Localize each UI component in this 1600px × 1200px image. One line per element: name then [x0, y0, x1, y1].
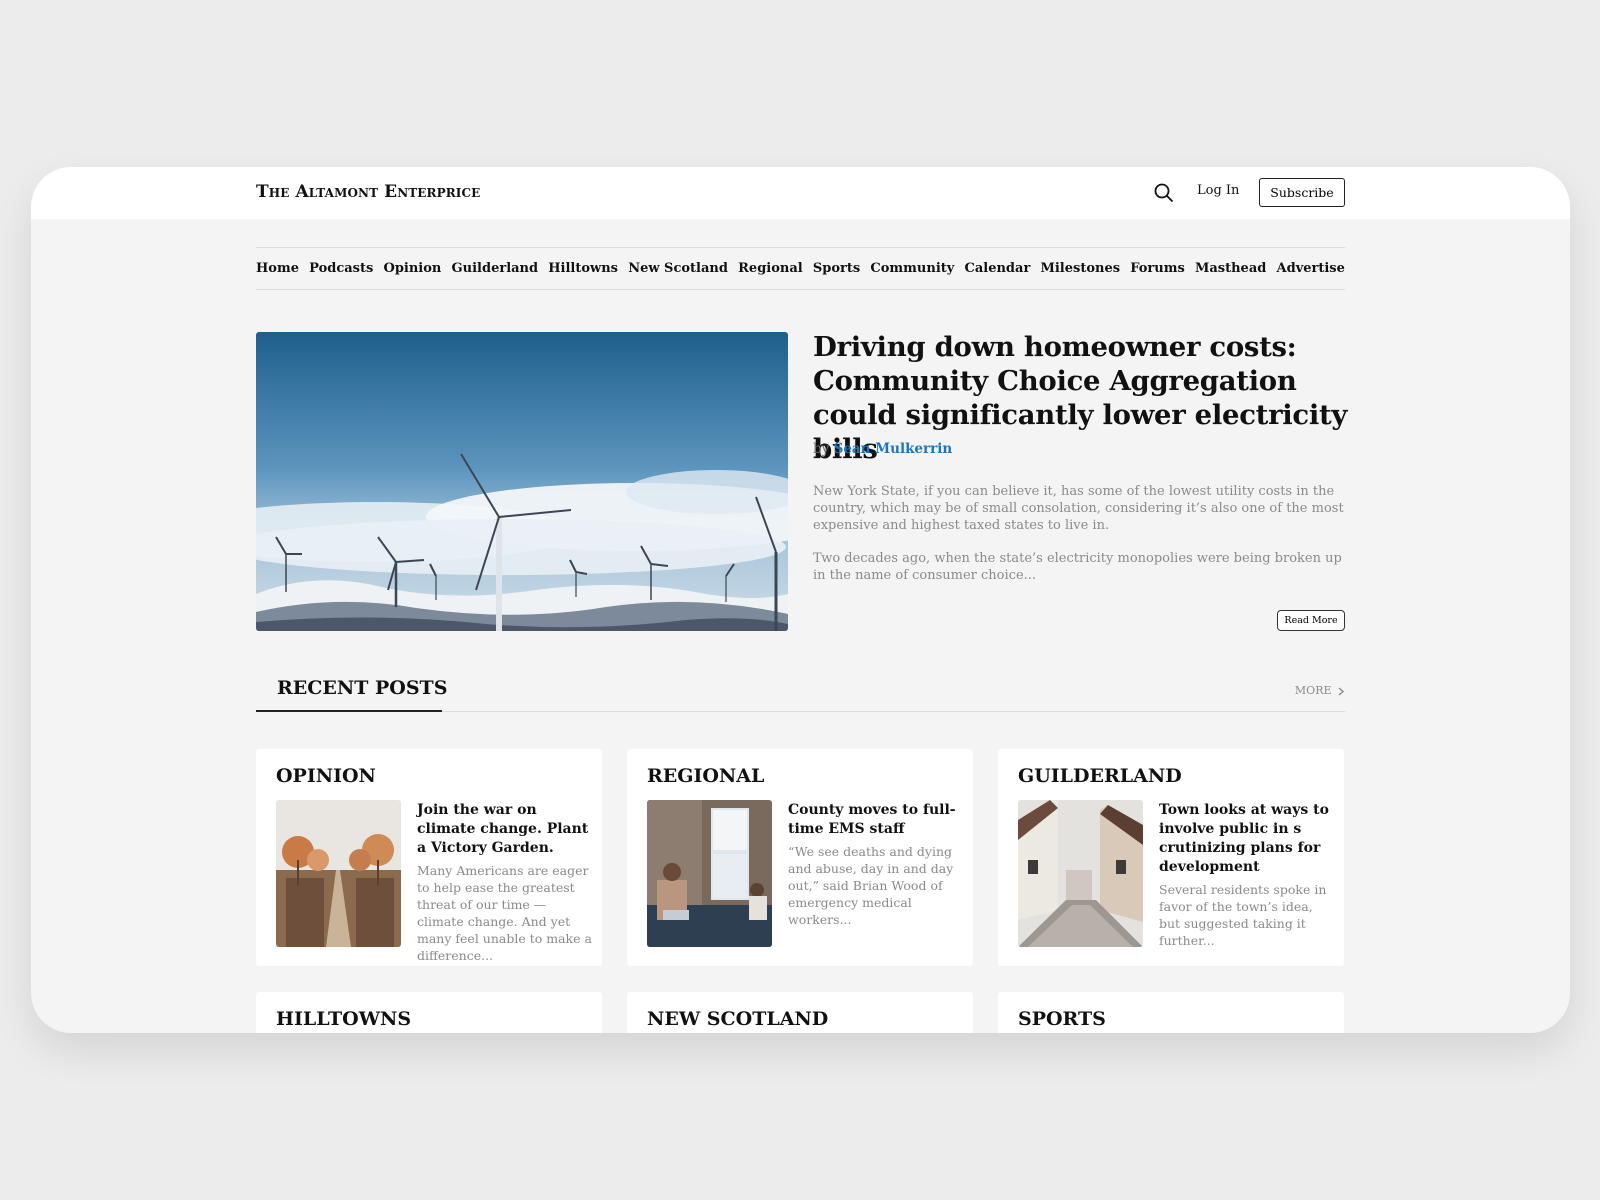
featured-byline: by Sean Mulkerrin: [813, 441, 952, 457]
card-image[interactable]: [1018, 800, 1143, 947]
search-icon: [1154, 183, 1173, 202]
browser-frame: The Altamont Enterprice Log In Subscribe…: [31, 167, 1570, 1033]
card-category[interactable]: OPINION: [276, 765, 376, 787]
nav-item-opinion[interactable]: Opinion: [384, 261, 442, 276]
card-text: Join the war on climate change. Plant a …: [417, 801, 592, 964]
nav-item-forums[interactable]: Forums: [1130, 261, 1185, 276]
nav-item-calendar[interactable]: Calendar: [965, 261, 1031, 276]
card-title[interactable]: Town looks at ways to involve public in …: [1159, 801, 1334, 877]
top-bar: The Altamont Enterprice Log In Subscribe: [31, 167, 1570, 219]
card-excerpt: “We see deaths and dying and abuse, day …: [788, 844, 954, 927]
card-title[interactable]: County moves to full-time EMS staff: [788, 801, 963, 839]
nav-item-masthead[interactable]: Masthead: [1195, 261, 1266, 276]
nav-item-home[interactable]: Home: [256, 261, 299, 276]
recent-posts-header: RECENT POSTS MORE: [256, 672, 1345, 712]
nav-item-advertise[interactable]: Advertise: [1277, 261, 1345, 276]
post-card-regional: REGIONAL County moves to full-time EMS s…: [627, 749, 973, 966]
card-text: Town looks at ways to involve public in …: [1159, 801, 1334, 949]
featured-excerpt-2: Two decades ago, when the state’s electr…: [813, 551, 1342, 583]
featured-excerpt-1: New York State, if you can believe it, h…: [813, 484, 1344, 533]
nav-item-community[interactable]: Community: [870, 261, 954, 276]
card-image[interactable]: [647, 800, 772, 947]
nav-item-hilltowns[interactable]: Hilltowns: [548, 261, 618, 276]
featured-image[interactable]: [256, 332, 788, 631]
login-link[interactable]: Log In: [1197, 183, 1239, 198]
recent-posts-title: RECENT POSTS: [256, 672, 447, 712]
main-nav: Home Podcasts Opinion Guilderland Hillto…: [256, 247, 1345, 290]
card-category[interactable]: REGIONAL: [647, 765, 764, 787]
card-title[interactable]: Join the war on climate change. Plant a …: [417, 801, 592, 858]
card-excerpt: Several residents spoke in favor of the …: [1159, 882, 1327, 948]
card-category[interactable]: SPORTS: [1018, 1008, 1106, 1030]
post-card-new-scotland: NEW SCOTLAND: [627, 992, 973, 1033]
author-link[interactable]: Sean Mulkerrin: [834, 441, 953, 457]
post-card-sports: SPORTS: [998, 992, 1344, 1033]
nav-item-new-scotland[interactable]: New Scotland: [628, 261, 728, 276]
card-text: County moves to full-time EMS staff “We …: [788, 801, 963, 928]
more-label: MORE: [1294, 684, 1332, 697]
card-category[interactable]: GUILDERLAND: [1018, 765, 1182, 787]
read-more-button[interactable]: Read More: [1277, 610, 1345, 631]
card-category[interactable]: NEW SCOTLAND: [647, 1008, 828, 1030]
nav-item-guilderland[interactable]: Guilderland: [452, 261, 539, 276]
nav-item-podcasts[interactable]: Podcasts: [309, 261, 373, 276]
chevron-right-icon: [1338, 686, 1345, 696]
post-card-opinion: OPINION Join the war on climate change. …: [256, 749, 602, 966]
search-button[interactable]: [1153, 182, 1175, 204]
card-excerpt: Many Americans are eager to help ease th…: [417, 863, 592, 963]
more-link[interactable]: MORE: [1295, 684, 1345, 697]
nav-item-sports[interactable]: Sports: [813, 261, 860, 276]
nav-item-milestones[interactable]: Milestones: [1040, 261, 1120, 276]
post-card-guilderland: GUILDERLAND Town looks at ways to involv…: [998, 749, 1344, 966]
nav-item-regional[interactable]: Regional: [738, 261, 803, 276]
post-card-hilltowns: HILLTOWNS: [256, 992, 602, 1033]
card-image[interactable]: [276, 800, 401, 947]
site-logo[interactable]: The Altamont Enterprice: [256, 182, 480, 202]
byline-prefix: by: [813, 441, 830, 457]
card-category[interactable]: HILLTOWNS: [276, 1008, 411, 1030]
subscribe-button[interactable]: Subscribe: [1259, 178, 1345, 207]
